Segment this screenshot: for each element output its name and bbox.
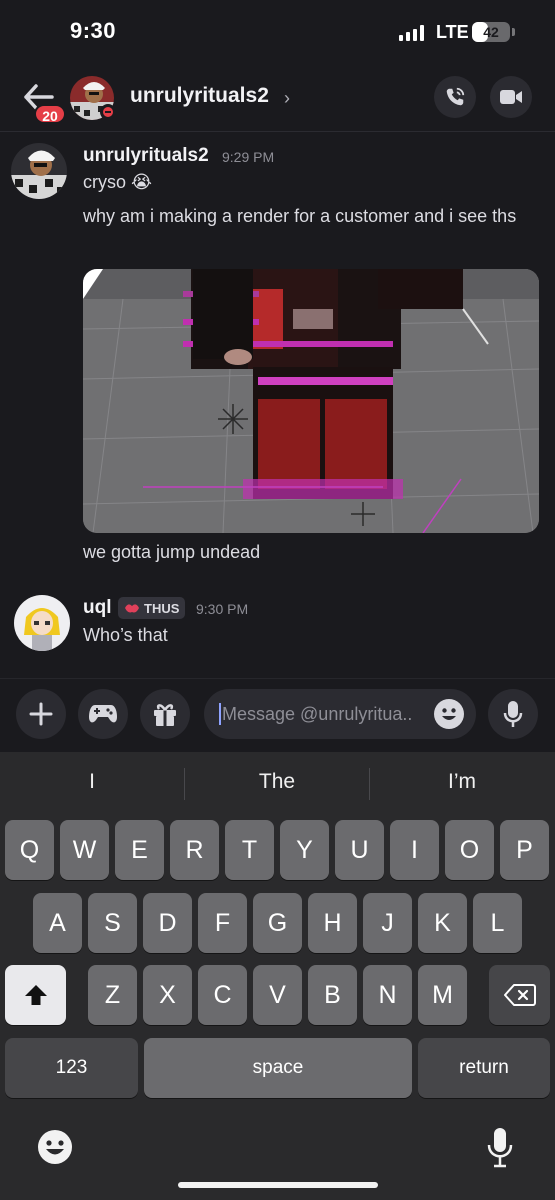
signal-icon [399, 25, 424, 41]
key[interactable]: A [33, 893, 82, 953]
network-type: LTE [436, 22, 469, 42]
key[interactable]: M [418, 965, 467, 1025]
delete-key[interactable] [489, 965, 550, 1025]
smiley-icon [442, 708, 456, 720]
plus-icon [29, 702, 53, 726]
shift-arrow-icon [24, 985, 47, 1005]
avatar[interactable] [11, 143, 67, 199]
status-bar: 9:30 LTE 42 [0, 0, 555, 68]
key[interactable]: W [60, 820, 109, 880]
add-attachment-button[interactable] [16, 689, 66, 739]
suggestion[interactable]: I [0, 770, 184, 794]
key[interactable]: D [143, 893, 192, 953]
gift-button[interactable] [140, 689, 190, 739]
space-key[interactable]: space [144, 1038, 412, 1098]
key[interactable]: K [418, 893, 467, 953]
key[interactable]: T [225, 820, 274, 880]
chevron-right-icon[interactable]: › [284, 88, 290, 109]
microphone-icon [503, 701, 523, 727]
message-timestamp: 9:29 PM [222, 149, 275, 165]
roblox-render-image [83, 269, 539, 533]
message-username[interactable]: uql [83, 597, 112, 619]
voice-message-button[interactable] [488, 689, 538, 739]
activities-button[interactable] [78, 689, 128, 739]
numbers-key[interactable]: 123 [5, 1038, 138, 1098]
image-attachment[interactable] [83, 269, 539, 533]
emoji-icon [38, 1130, 72, 1164]
ios-keyboard: I The I’m Q W E R T Y U I O P A S D F G … [0, 752, 555, 1200]
key[interactable]: E [115, 820, 164, 880]
message-list[interactable]: unrulyrituals2 9:29 PM cryso 😭 why am i … [0, 133, 555, 678]
return-key[interactable]: return [418, 1038, 550, 1098]
role-tag-label: THUS [144, 600, 180, 616]
key[interactable]: X [143, 965, 192, 1025]
key[interactable]: Y [280, 820, 329, 880]
key[interactable]: J [363, 893, 412, 953]
message-text: we gotta jump undead [83, 542, 261, 562]
dictation-button[interactable] [484, 1126, 516, 1168]
key[interactable]: O [445, 820, 494, 880]
predictive-text-bar: I The I’m [0, 752, 555, 816]
microphone-icon [487, 1128, 513, 1168]
message-text: Who’s that [83, 625, 168, 645]
key[interactable]: C [198, 965, 247, 1025]
gift-icon [154, 704, 176, 726]
emoji-keyboard-button[interactable] [36, 1128, 74, 1166]
key[interactable]: U [335, 820, 384, 880]
voice-call-button[interactable] [434, 76, 476, 118]
suggestion[interactable]: The [185, 770, 369, 794]
suggestion[interactable]: I’m [370, 770, 554, 794]
message-timestamp: 9:30 PM [196, 601, 249, 617]
key[interactable]: G [253, 893, 302, 953]
dm-header: 20 unrulyrituals2 › [0, 68, 555, 132]
key[interactable]: V [253, 965, 302, 1025]
key[interactable]: Q [5, 820, 54, 880]
header-username[interactable]: unrulyrituals2 [130, 84, 269, 108]
avatar-image [11, 143, 67, 199]
battery-icon: 42 [472, 22, 510, 42]
dnd-status-icon [100, 104, 116, 120]
backspace-icon [503, 984, 536, 1006]
gamepad-icon [89, 705, 117, 723]
battery-percent: 42 [483, 24, 499, 40]
video-call-button[interactable] [490, 76, 532, 118]
avatar[interactable] [14, 595, 70, 651]
key[interactable]: Z [88, 965, 137, 1025]
shift-key[interactable] [5, 965, 66, 1025]
key[interactable]: L [473, 893, 522, 953]
phone-icon [446, 87, 465, 106]
avatar-image [14, 595, 70, 651]
key[interactable]: B [308, 965, 357, 1025]
status-time: 9:30 [70, 18, 117, 43]
battery-tip [512, 28, 515, 36]
message-text: cryso 😭 [83, 172, 153, 192]
unread-badge: 20 [34, 104, 66, 124]
key[interactable]: S [88, 893, 137, 953]
lips-icon [125, 604, 139, 613]
key[interactable]: N [363, 965, 412, 1025]
message-username[interactable]: unrulyrituals2 [83, 145, 209, 167]
key[interactable]: R [170, 820, 219, 880]
key[interactable]: I [390, 820, 439, 880]
key[interactable]: P [500, 820, 549, 880]
key[interactable]: F [198, 893, 247, 953]
message-composer [0, 678, 555, 752]
key[interactable]: H [308, 893, 357, 953]
message-text: why am i making a render for a customer … [83, 206, 517, 226]
home-indicator [178, 1182, 378, 1188]
text-caret [219, 703, 221, 725]
emoji-button[interactable] [434, 699, 464, 729]
video-camera-icon [500, 90, 522, 104]
role-tag[interactable]: THUS [118, 597, 186, 619]
